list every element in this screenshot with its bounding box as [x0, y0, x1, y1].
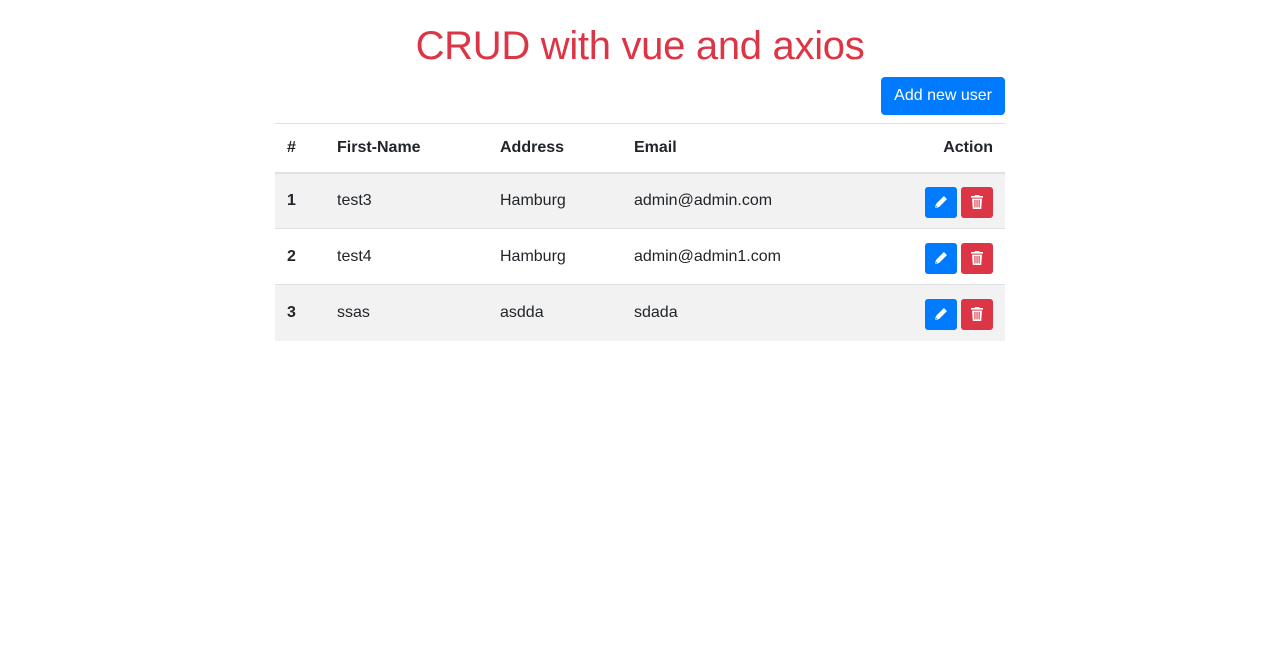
row-address: Hamburg: [500, 247, 566, 265]
column-header-first-name: First-Name: [337, 138, 421, 156]
row-number: 1: [287, 191, 296, 209]
row-first-name: ssas: [337, 303, 370, 321]
row-actions: [841, 229, 1005, 285]
row-email: sdada: [634, 303, 678, 321]
column-header-address: Address: [500, 138, 565, 156]
table-row: 2 test4 Hamburg admin@admin1.com: [275, 228, 1005, 285]
delete-button[interactable]: [961, 242, 993, 274]
column-header-number: #: [287, 138, 296, 156]
delete-button[interactable]: [961, 298, 993, 330]
column-header-action: Action: [943, 138, 993, 156]
trash-icon: [971, 307, 983, 322]
page-title: CRUD with vue and axios: [415, 24, 865, 68]
table-body: 1 test3 Hamburg admin@admin.com 2 test4 …: [275, 172, 1005, 341]
edit-button[interactable]: [925, 242, 957, 274]
pencil-icon: [934, 307, 948, 321]
delete-button[interactable]: [961, 186, 993, 218]
table-row: 1 test3 Hamburg admin@admin.com: [275, 172, 1005, 229]
pencil-icon: [934, 195, 948, 209]
row-address: Hamburg: [500, 191, 566, 209]
add-new-user-button[interactable]: Add new user: [881, 77, 1005, 115]
edit-button[interactable]: [925, 298, 957, 330]
row-email: admin@admin1.com: [634, 247, 781, 265]
column-header-email: Email: [634, 138, 677, 156]
row-email: admin@admin.com: [634, 191, 773, 209]
row-number: 3: [287, 303, 296, 321]
row-first-name: test3: [337, 191, 372, 209]
table-header-row: # First-Name Address Email Action: [275, 123, 1005, 173]
table-row: 3 ssas asdda sdada: [275, 284, 1005, 341]
table-header: # First-Name Address Email Action: [275, 123, 1005, 173]
row-actions: [841, 285, 1005, 341]
users-table: # First-Name Address Email Action 1 test…: [275, 123, 1005, 341]
pencil-icon: [934, 251, 948, 265]
row-number: 2: [287, 247, 296, 265]
trash-icon: [971, 251, 983, 265]
row-address: asdda: [500, 303, 544, 321]
edit-button[interactable]: [925, 186, 957, 218]
row-actions: [841, 173, 1005, 229]
trash-icon: [971, 195, 983, 210]
row-first-name: test4: [337, 247, 372, 265]
